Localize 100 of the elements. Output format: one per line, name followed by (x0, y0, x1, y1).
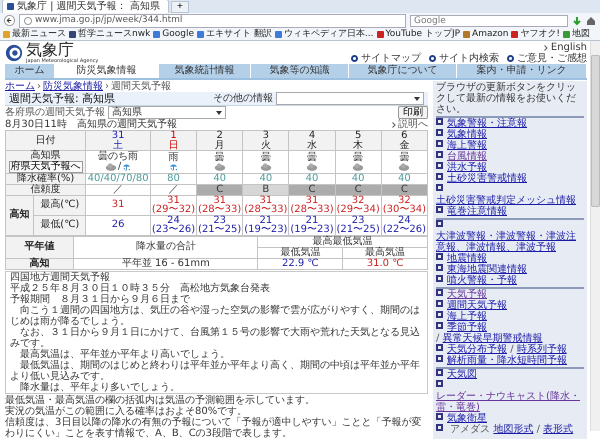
bullet-icon (429, 55, 436, 62)
sidebar-link[interactable]: 天気図 (447, 369, 477, 380)
sidebar-link[interactable]: 異常天候早期警戒情報 (442, 333, 543, 344)
breadcrumb-separator: › (37, 81, 41, 92)
bookmark[interactable]: 最新ニュース (3, 28, 66, 40)
bookmark[interactable]: Amazon (463, 28, 508, 40)
bullet-icon (436, 129, 443, 136)
sidebar-link[interactable]: 解析雨量・降水短時間予報 (447, 355, 567, 366)
bullet-icon (436, 206, 443, 213)
bookmark[interactable]: エキサイト 翻訳 (197, 28, 272, 40)
bullet-icon (436, 424, 443, 431)
sidebar-link[interactable]: 天気分布予報 (447, 344, 507, 355)
date-cell: 6 金 (381, 130, 428, 150)
sidebar-link[interactable]: 表形式 (543, 424, 574, 435)
bullet-icon (436, 264, 443, 271)
sidebar-link[interactable]: 海上警報 (447, 140, 487, 151)
sidebar-link[interactable]: 気象情報 (447, 129, 487, 140)
bullet-icon (436, 220, 443, 227)
table-cell: 平年並 16 - 61mm (74, 258, 258, 269)
bookmark[interactable]: ウィキペディア日本... (274, 28, 374, 40)
new-tab-button[interactable]: + (170, 1, 189, 13)
search-field[interactable]: Google (410, 14, 568, 26)
address-bar[interactable]: www.jma.go.jp/jp/week/344.html (19, 14, 406, 28)
sidebar-link[interactable]: 竜巻注意情報 (447, 206, 507, 217)
bookmark[interactable]: 地図 (563, 28, 590, 40)
weather-text: 曇 (353, 153, 364, 162)
caret-icon (216, 110, 222, 114)
bullet-icon (436, 151, 443, 158)
bookmark-icon (463, 30, 470, 38)
date-cell: 2 月 (196, 130, 243, 150)
bookmark-icon (3, 30, 10, 38)
sidebar-link[interactable]: 噴火警報・予報 (447, 275, 517, 286)
table-cell: 31 (29〜32) (150, 195, 197, 215)
sidebar-link[interactable]: 地震情報 (447, 253, 487, 264)
breadcrumb-link[interactable]: 防災気象情報 (43, 81, 103, 92)
sidebar-link[interactable]: レーダー・ナウキャスト(降水・雷・竜巻) (436, 391, 584, 413)
bullet-icon (436, 380, 443, 387)
sidebar-link[interactable]: 気象衛星 (447, 413, 487, 424)
sidebar-link[interactable]: 週間天気予報 (447, 300, 507, 311)
table-cell: 31 (86, 195, 150, 215)
download-icon[interactable] (572, 16, 582, 26)
bookmark[interactable]: ヤフオク! (511, 28, 560, 40)
table-cell: 31 (28〜33) (242, 195, 289, 215)
breadcrumb-separator: › (105, 81, 109, 92)
weather-text: 曇 (307, 153, 317, 162)
table-cell: 23 (21〜25) (196, 215, 243, 235)
sidebar-link[interactable]: 天気予報 (447, 289, 487, 300)
bookmark[interactable]: 哲学ニュースnwk (69, 28, 150, 40)
bullet-icon (436, 173, 443, 180)
table-cell: 31.0 ℃ (342, 258, 428, 269)
sidebar-text: / (536, 424, 541, 435)
breadcrumb-current: 週間天気予報 (111, 81, 171, 92)
sidebar-link[interactable]: 大津波警報・津波警報・津波注意報、津波情報、津波予報 (436, 231, 584, 253)
header-link[interactable]: サイトマップ (351, 53, 421, 64)
nav-tab[interactable]: 案内・申請・リンク (457, 64, 587, 78)
print-button[interactable]: 印刷 (398, 106, 428, 119)
scrollbar[interactable] (590, 41, 600, 431)
date-cell: 3 火 (242, 130, 289, 150)
report-period: 予報期間 ８月３１日から９月６日まで (10, 294, 190, 304)
table-cell: 32 (29〜34) (335, 195, 382, 215)
sidebar-link[interactable]: 土砂災害警戒判定メッシュ情報 (436, 195, 576, 206)
bookmark[interactable]: Google (153, 28, 194, 40)
chevron-icon (544, 44, 548, 50)
bookmark-icon (376, 30, 384, 38)
header-link[interactable]: サイト内検索 (429, 53, 499, 64)
sidebar-link[interactable]: 東海地震関連情報 (447, 264, 527, 275)
prefecture-select[interactable]: 高知県 (108, 106, 226, 119)
help-link[interactable]: 説明へ (392, 119, 428, 130)
row-label: 高知 (6, 195, 34, 235)
back-icon[interactable] (4, 15, 15, 26)
select-label: 各府県の週間天気予報 (5, 107, 105, 118)
sidebar-link[interactable]: 季節予報 (447, 322, 487, 333)
sidebar-link[interactable]: 海上予報 (447, 311, 487, 322)
note-text: 実況の気温がこの範囲に入る確率はおよそ80%です。 (5, 406, 248, 416)
bullet-icon (436, 253, 443, 260)
english-link[interactable]: English (544, 42, 587, 53)
browser-tab[interactable]: 気象庁 | 週間天気予報： 高知県 (2, 0, 169, 13)
home-icon[interactable] (586, 16, 596, 26)
nav-tab[interactable]: 気象統計情報 (159, 64, 251, 78)
nav-tab[interactable]: 気象等の知識 (251, 64, 349, 78)
sidebar-link[interactable]: 気象警報・注意報 (447, 118, 527, 129)
sidebar-link[interactable]: 洪水予報 (447, 162, 487, 173)
bullet-icon (436, 369, 443, 376)
sidebar-text: / (436, 333, 440, 344)
row-label: 最低(℃) (34, 215, 86, 235)
bookmark-icon (274, 30, 282, 38)
sidebar-link[interactable]: 土砂災害警戒情報 (447, 173, 527, 184)
table-cell: 26 (86, 215, 150, 235)
row-label: 降水確率(%) (6, 173, 86, 184)
bookmark[interactable]: YouTube トップJP (376, 28, 460, 40)
header-link[interactable]: ご意見・ご感想 (507, 53, 587, 64)
region-forecast-button[interactable]: 府県天気予報へ (8, 160, 83, 172)
other-info-select[interactable] (276, 92, 424, 105)
sidebar-link[interactable]: 時系列予報 (516, 344, 567, 355)
nav-tab[interactable]: 気象庁について (349, 64, 457, 78)
sidebar-link[interactable]: 地図形式 (493, 424, 534, 435)
logo-text: 気象庁 (26, 41, 74, 58)
sidebar-link[interactable]: 台風情報 (447, 151, 487, 162)
breadcrumb-link[interactable]: ホーム (5, 81, 35, 92)
nav-tab[interactable]: ホーム (5, 64, 55, 78)
